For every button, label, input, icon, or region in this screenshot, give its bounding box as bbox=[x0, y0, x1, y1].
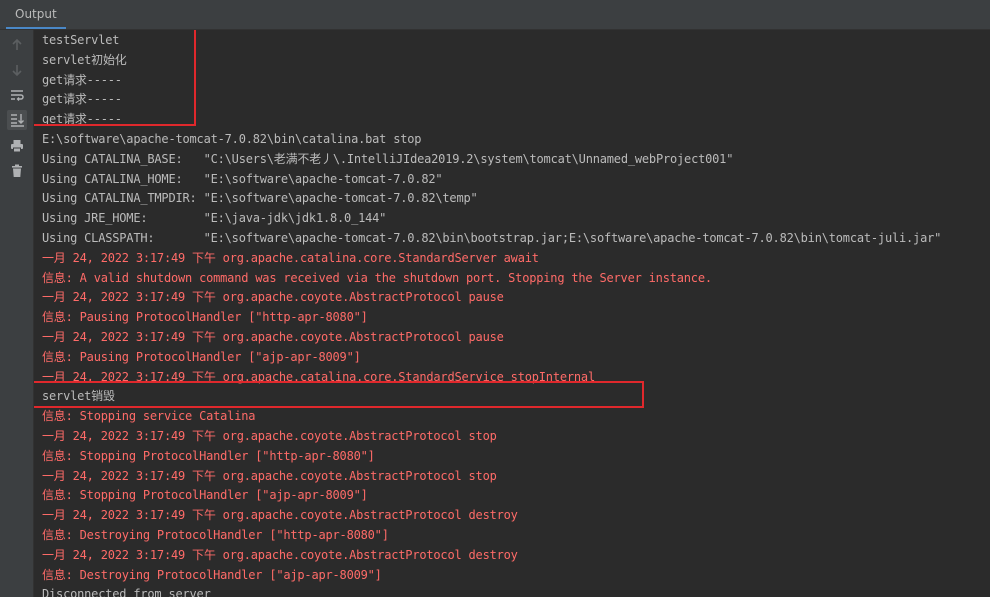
console-toolbar bbox=[0, 30, 34, 597]
console-line: servlet销毁 bbox=[42, 389, 115, 404]
console-line: 一月 24, 2022 3:17:49 下午 org.apache.coyote… bbox=[42, 547, 518, 562]
console-line: Using CLASSPATH: "E:\software\apache-tom… bbox=[42, 231, 942, 245]
console-line: get请求----- bbox=[42, 112, 122, 127]
console-line: 一月 24, 2022 3:17:49 下午 org.apache.coyote… bbox=[42, 468, 497, 483]
tab-bar: Output bbox=[0, 0, 990, 30]
console-line: get请求----- bbox=[42, 92, 122, 107]
console-line: 信息: Destroying ProtocolHandler ["http-ap… bbox=[42, 528, 389, 542]
trash-icon[interactable] bbox=[8, 162, 26, 180]
console-line: 信息: Pausing ProtocolHandler ["http-apr-8… bbox=[42, 310, 368, 325]
console-line: 一月 24, 2022 3:17:49 下午 org.apache.coyote… bbox=[42, 330, 504, 344]
console-output[interactable]: Disconnected from server 信息: Destroying P… bbox=[34, 30, 990, 597]
console-line: Disconnected from server bbox=[42, 587, 211, 597]
console-line: 一月 24, 2022 3:17:49 下午 org.apache.coyote… bbox=[42, 429, 497, 443]
console-line: servlet初始化 bbox=[42, 52, 127, 67]
scroll-to-end-icon[interactable] bbox=[7, 110, 27, 130]
console-line: 信息: Stopping ProtocolHandler ["http-apr-… bbox=[42, 448, 375, 463]
console-line: 一月 24, 2022 3:17:49 下午 org.apache.catali… bbox=[42, 369, 595, 384]
console-line: Using CATALINA_HOME: "E:\software\apache… bbox=[42, 171, 443, 186]
console-line: 信息: A valid shutdown command was receive… bbox=[42, 270, 712, 285]
console-line: 一月 24, 2022 3:17:49 下午 org.apache.coyote… bbox=[42, 290, 504, 305]
soft-wrap-icon[interactable] bbox=[8, 86, 26, 104]
up-arrow-icon[interactable] bbox=[8, 36, 26, 54]
console-line: 一月 24, 2022 3:17:49 下午 org.apache.catali… bbox=[42, 250, 539, 265]
console-line: Using CATALINA_TMPDIR: "E:\software\apac… bbox=[42, 191, 478, 206]
output-tool-window: Output Disconnected from server 信息: Destr… bbox=[0, 0, 990, 597]
tab-output[interactable]: Output bbox=[6, 0, 66, 29]
down-arrow-icon[interactable] bbox=[8, 61, 26, 79]
console-line: 一月 24, 2022 3:17:49 下午 org.apache.coyote… bbox=[42, 508, 518, 523]
console-line: 信息: Stopping service Catalina bbox=[42, 409, 256, 424]
console-line: Using JRE_HOME: "E:\java-jdk\jdk1.8.0_14… bbox=[42, 211, 387, 226]
console-line: 信息: Stopping ProtocolHandler ["ajp-apr-8… bbox=[42, 488, 368, 503]
console-line: testServlet bbox=[42, 33, 120, 47]
console-line: get请求----- bbox=[42, 72, 122, 87]
console-line: Using CATALINA_BASE: "C:\Users\老满不老丿\.In… bbox=[42, 151, 734, 166]
console-line: E:\software\apache-tomcat-7.0.82\bin\cat… bbox=[42, 132, 422, 146]
print-icon[interactable] bbox=[8, 137, 26, 155]
console-line: 信息: Destroying ProtocolHandler ["ajp-apr… bbox=[42, 567, 382, 582]
console-line: 信息: Pausing ProtocolHandler ["ajp-apr-80… bbox=[42, 349, 361, 364]
